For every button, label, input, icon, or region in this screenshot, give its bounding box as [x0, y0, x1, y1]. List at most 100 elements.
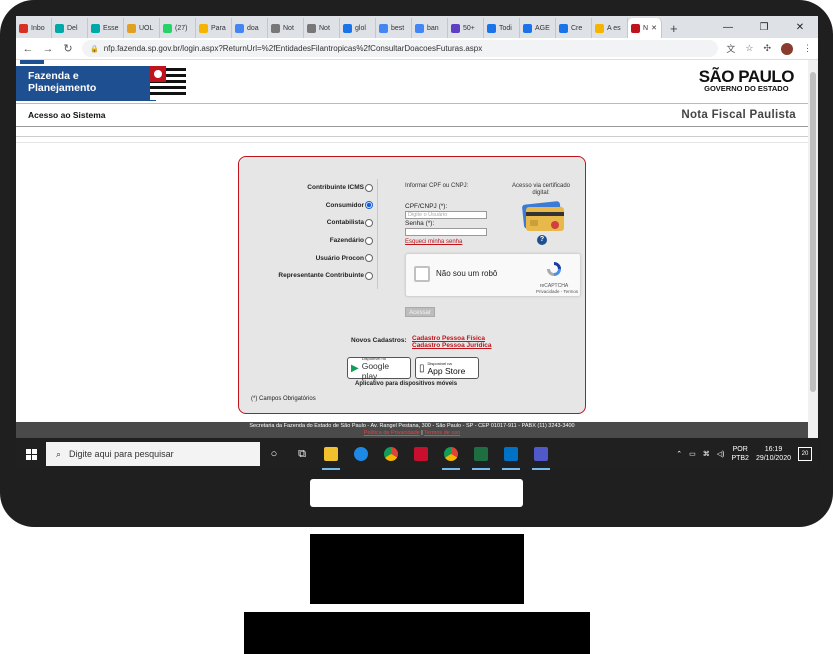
browser-tab[interactable]: 50+	[448, 18, 484, 38]
windows-start-icon[interactable]	[16, 438, 46, 470]
outlook-icon[interactable]	[496, 438, 526, 470]
recaptcha-terms[interactable]: Privacidade - Termos	[536, 289, 578, 294]
browser-tab[interactable]: doa	[232, 18, 268, 38]
chrome-icon[interactable]	[376, 438, 406, 470]
app-store-badge[interactable]: ▯ Disponível na App Store	[415, 357, 479, 379]
page-scrollbar[interactable]	[808, 60, 818, 438]
recaptcha-logo: reCAPTCHA Privacidade - Termos	[536, 260, 578, 294]
cadastro-pessoa-juridica-link[interactable]: Cadastro Pessoa Jurídica	[412, 342, 491, 349]
browser-tabstrip: Inbo Del Esse UOL (27) Para doa Not Not glol best b…	[16, 16, 818, 38]
role-option[interactable]: Representante Contribuinte	[239, 267, 373, 285]
radio-contabilista[interactable]	[365, 218, 373, 227]
recaptcha-checkbox[interactable]	[414, 266, 430, 282]
tab-close-icon[interactable]: ✕	[651, 24, 657, 32]
tab-favicon-icon	[415, 23, 424, 33]
tab-favicon-icon	[379, 23, 388, 33]
network-icon[interactable]: ⌘	[703, 450, 710, 458]
privacy-link[interactable]: Política de Privacidade	[364, 430, 420, 436]
screen: Inbo Del Esse UOL (27) Para doa Not Not glol best b…	[16, 16, 818, 470]
file-explorer-icon[interactable]	[316, 438, 346, 470]
forward-icon[interactable]: →	[42, 43, 54, 55]
clock[interactable]: 16:19 29/10/2020	[756, 445, 791, 463]
cortana-icon[interactable]: ○	[260, 438, 288, 470]
tab-label: UOL	[139, 24, 154, 32]
acrobat-icon[interactable]	[406, 438, 436, 470]
cadastro-pessoa-fisica-link[interactable]: Cadastro Pessoa Física	[412, 335, 491, 342]
volume-icon[interactable]: ◁)	[717, 450, 725, 458]
taskbar-search[interactable]: ⌕ Digite aqui para pesquisar	[46, 442, 260, 466]
role-option[interactable]: Fazendário	[239, 232, 373, 250]
chrome-active-icon[interactable]	[436, 438, 466, 470]
browser-tab[interactable]: glol	[340, 18, 376, 38]
url-field[interactable]: 🔒 nfp.fazenda.sp.gov.br/login.aspx?Retur…	[82, 40, 719, 57]
browser-tab[interactable]: Not	[304, 18, 340, 38]
tab-favicon-icon	[127, 23, 136, 33]
browser-tab[interactable]: Not	[268, 18, 304, 38]
sp-flag-icon	[150, 66, 186, 100]
top-accent	[20, 60, 44, 64]
browser-tab[interactable]: Para	[196, 18, 232, 38]
chevron-up-icon[interactable]: ⌃	[676, 450, 682, 458]
new-tab-button[interactable]: +	[662, 18, 686, 38]
restore-icon[interactable]: ❐	[746, 16, 782, 38]
senha-input[interactable]	[405, 228, 487, 236]
browser-tab[interactable]: best	[376, 18, 412, 38]
windows-taskbar: ⌕ Digite aqui para pesquisar ○ ⧉ ⌃ ▭ ⌘ ◁…	[16, 438, 818, 470]
notification-icon[interactable]: 20	[798, 447, 812, 461]
minimize-icon[interactable]: —	[710, 16, 746, 38]
star-icon[interactable]: ☆	[745, 43, 753, 54]
help-icon[interactable]: ?	[537, 235, 547, 245]
terms-link[interactable]: Termos de uso	[424, 430, 460, 436]
cpf-label: CPF/CNPJ (*):	[405, 203, 448, 210]
browser-tab[interactable]: Esse	[88, 18, 124, 38]
role-option[interactable]: Contabilista	[239, 214, 373, 232]
browser-tab[interactable]: AGE	[520, 18, 556, 38]
reload-icon[interactable]: ↻	[62, 42, 74, 55]
browser-tab[interactable]: UOL	[124, 18, 160, 38]
teams-icon[interactable]	[526, 438, 556, 470]
radio-contribuinte-icms[interactable]	[365, 183, 373, 192]
certificate-card-icon[interactable]	[521, 199, 565, 233]
edge-icon[interactable]	[346, 438, 376, 470]
monitor-stand-base	[244, 612, 590, 654]
role-option[interactable]: Consumidor	[239, 197, 373, 215]
battery-icon[interactable]: ▭	[689, 450, 696, 458]
role-option[interactable]: Contribuinte ICMS	[239, 179, 373, 197]
back-icon[interactable]: ←	[22, 43, 34, 55]
language-indicator[interactable]: POR PTB2	[731, 445, 749, 463]
scrollbar-thumb[interactable]	[810, 72, 816, 392]
forgot-password-link[interactable]: Esqueci minha senha	[405, 239, 462, 245]
excel-icon[interactable]	[466, 438, 496, 470]
browser-tab[interactable]: Cre	[556, 18, 592, 38]
lock-icon: 🔒	[90, 45, 99, 53]
profile-avatar[interactable]	[781, 42, 793, 55]
acessar-button[interactable]: Acessar	[405, 307, 435, 317]
recaptcha-text: Não sou um robô	[436, 269, 498, 278]
radio-usuario-procon[interactable]	[365, 254, 373, 263]
browser-tab[interactable]: N ✕	[628, 18, 662, 38]
monitor-chin-bar	[310, 479, 523, 507]
tab-favicon-icon	[487, 23, 496, 33]
translate-icon[interactable]: 文	[726, 42, 735, 55]
menu-icon[interactable]: ⋮	[803, 43, 812, 54]
radio-fazendario[interactable]	[365, 236, 373, 245]
login-panel: Contribuinte ICMS Consumidor Contabilist…	[238, 156, 586, 414]
inform-label: Informar CPF ou CNPJ:	[405, 183, 469, 189]
browser-tab[interactable]: ban	[412, 18, 448, 38]
google-play-badge[interactable]: ▶ Disponível no Google play	[347, 356, 411, 381]
radio-representante[interactable]	[365, 271, 373, 280]
tab-label: A es	[607, 24, 621, 32]
browser-tab[interactable]: (27)	[160, 18, 196, 38]
tab-favicon-icon	[199, 23, 208, 33]
url-text: nfp.fazenda.sp.gov.br/login.aspx?ReturnU…	[103, 44, 483, 53]
task-view-icon[interactable]: ⧉	[288, 438, 316, 470]
browser-tab[interactable]: Del	[52, 18, 88, 38]
extensions-icon[interactable]: ✣	[763, 43, 771, 54]
close-window-icon[interactable]: ✕	[782, 16, 818, 38]
browser-tab[interactable]: Inbo	[16, 18, 52, 38]
role-option[interactable]: Usuário Procon	[239, 249, 373, 267]
radio-consumidor[interactable]	[365, 201, 373, 210]
browser-tab[interactable]: Todi	[484, 18, 520, 38]
cpf-input[interactable]: Digite o Usuário	[405, 211, 487, 219]
browser-tab[interactable]: A es	[592, 18, 628, 38]
